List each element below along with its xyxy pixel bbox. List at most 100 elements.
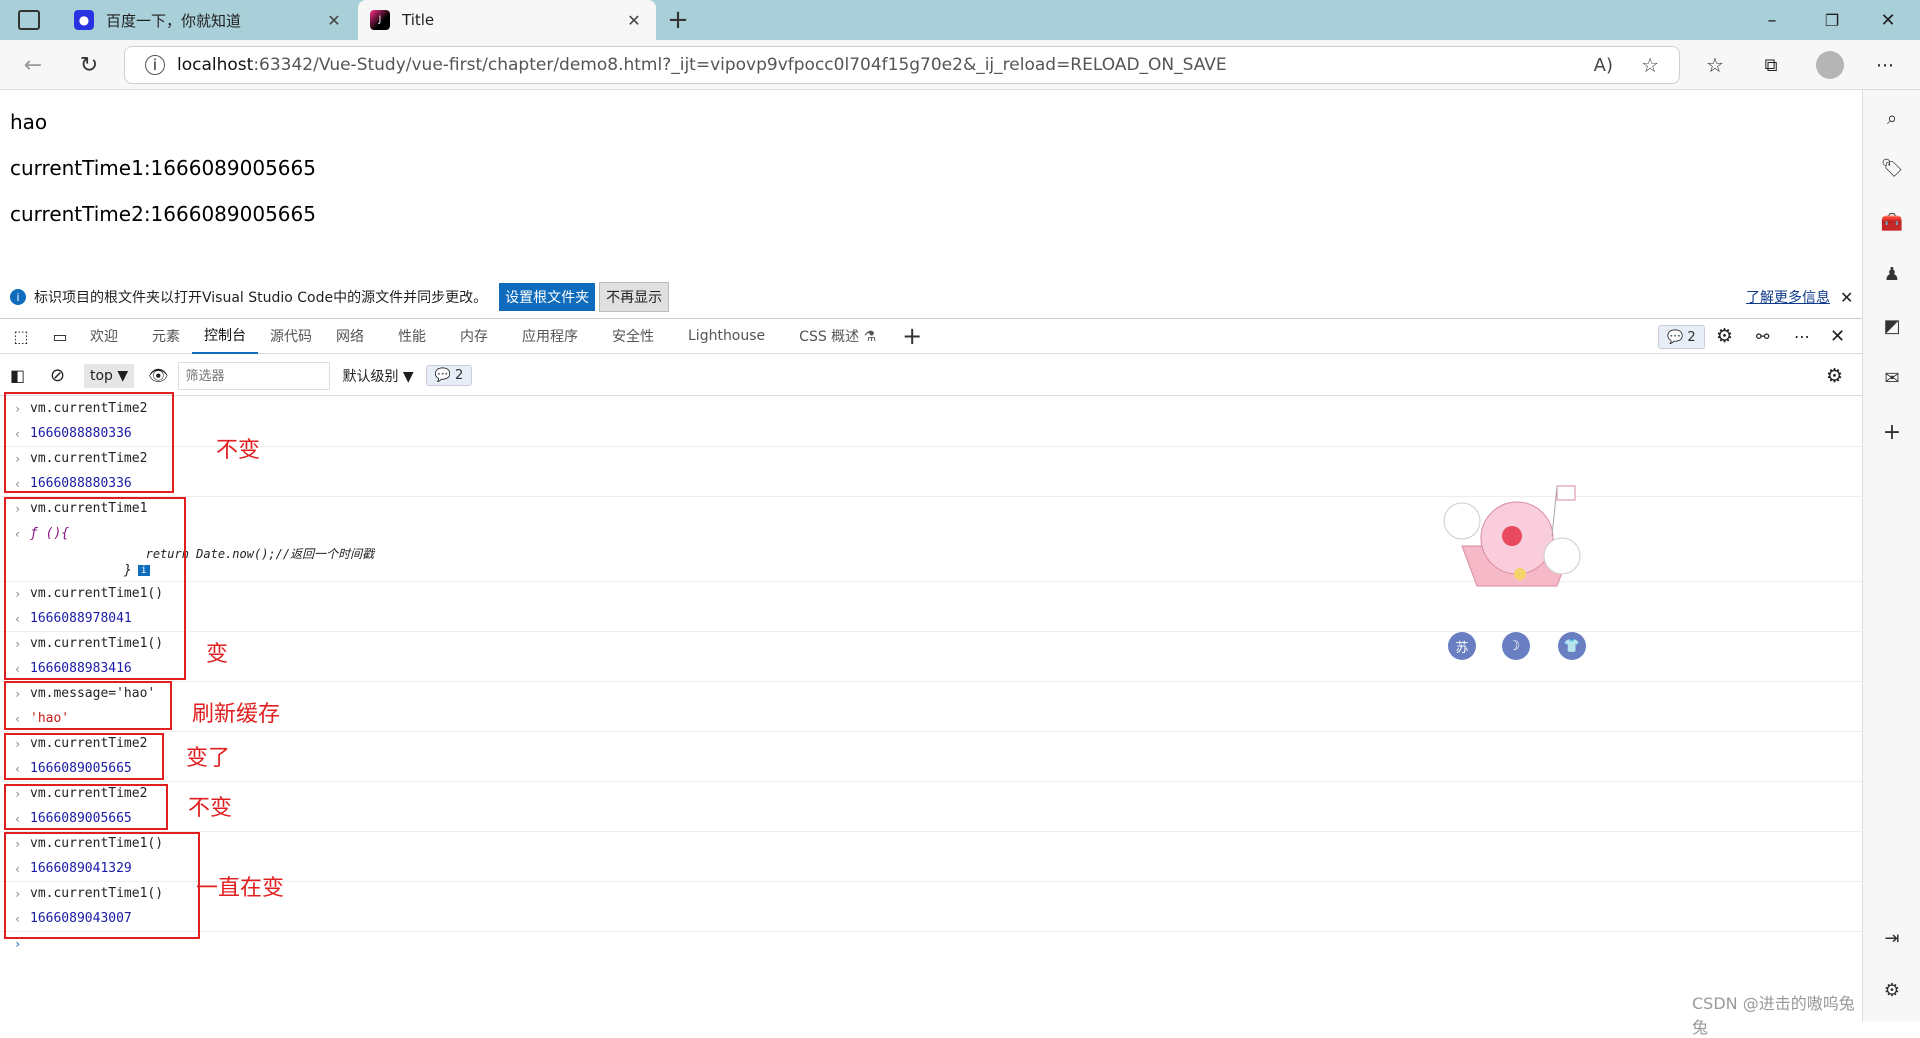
settings-icon[interactable]: ⚙ (1716, 325, 1733, 347)
games-icon[interactable]: ♟ (1880, 262, 1904, 286)
filter-input[interactable] (178, 361, 331, 390)
annotation-box (4, 392, 174, 493)
mascot-illustration (1432, 476, 1602, 606)
tab-network[interactable]: 网络 (324, 318, 376, 354)
more-options-icon[interactable]: ⋯ (1794, 327, 1810, 346)
mascot-button[interactable]: 苏 (1448, 632, 1476, 660)
close-icon[interactable]: ✕ (624, 11, 644, 30)
tab-performance[interactable]: 性能 (386, 318, 438, 354)
device-emulation-icon[interactable]: ▭ (42, 327, 78, 346)
annotation-label: 刷新缓存 (192, 702, 281, 727)
annotation-label: 变了 (186, 746, 231, 771)
annotation-label: 变 (206, 642, 229, 667)
restore-icon[interactable]: ❐ (1820, 8, 1844, 32)
console-input-row: › vm.currentTime1() (14, 836, 164, 851)
window-close-icon[interactable]: ✕ (1876, 8, 1900, 32)
tab-welcome[interactable]: 欢迎 (78, 318, 130, 354)
console-output-row: ‹ 1666088983416 (14, 661, 132, 676)
devtools-tab-bar: ⬚ ▭ 欢迎 元素 控制台 源代码 网络 性能 内存 应用程序 安全性 Ligh… (0, 318, 1862, 354)
refresh-icon[interactable]: ↻ (76, 52, 102, 78)
learn-more-link[interactable]: 了解更多信息 (1746, 287, 1830, 307)
clear-console-icon[interactable]: ⊘ (50, 365, 80, 386)
console-output-row: ‹ 1666088978041 (14, 611, 132, 626)
console-input-row: › vm.currentTime2 (14, 451, 148, 466)
tab-css-overview[interactable]: CSS 概述 ⚗ (787, 318, 888, 354)
more-icon[interactable]: ⋯ (1872, 52, 1898, 78)
log-level-select[interactable]: 默认级别 ▼ (342, 366, 413, 386)
tab-baidu[interactable]: ● 百度一下，你就知道 ✕ (62, 0, 356, 40)
context-select[interactable]: top ▼ (84, 363, 135, 388)
shirt-icon[interactable]: 👕 (1558, 632, 1586, 660)
console-output-row: ‹ 1666089005665 (14, 811, 132, 826)
annotation-label: 不变 (188, 796, 233, 821)
message-count-badge[interactable]: 💬 2 (425, 365, 473, 386)
office-icon[interactable]: ◩ (1880, 314, 1904, 338)
console-output-row: ‹ 1666089043007 (14, 911, 132, 926)
inspect-icon[interactable]: ⬚ (0, 327, 42, 346)
infobar-close-icon[interactable]: ✕ (1840, 288, 1853, 307)
customize-icon[interactable]: ⚯ (1756, 327, 1769, 346)
devtools-infobar: i 标识项目的根文件夹以打开Visual Studio Code中的源文件并同步… (0, 278, 1862, 316)
console-output: › vm.currentTime2 ‹ 1666088880336 › vm.curr… (0, 392, 1862, 1037)
message-text: hao (10, 110, 48, 134)
favorite-add-icon[interactable]: ☆ (1641, 53, 1659, 77)
sidebar-toggle-icon[interactable]: ◧ (10, 366, 40, 385)
avatar[interactable] (1816, 51, 1844, 79)
annotation-label: 不变 (216, 438, 261, 463)
tab-title-page[interactable]: J Title ✕ (358, 0, 656, 40)
live-expression-icon[interactable]: 👁 (148, 366, 168, 385)
tab-application[interactable]: 应用程序 (510, 318, 590, 354)
sidebar-settings-icon[interactable]: ⚙ (1880, 978, 1904, 1002)
annotation-box (4, 681, 172, 730)
url-field[interactable]: i localhost:63342/Vue-Study/vue-first/ch… (124, 46, 1680, 84)
address-bar-row: ← ↻ i localhost:63342/Vue-Study/vue-firs… (0, 40, 1920, 90)
set-root-folder-button[interactable]: 设置根文件夹 (499, 283, 596, 311)
infobar-text: 标识项目的根文件夹以打开Visual Studio Code中的源文件并同步更改… (34, 290, 488, 306)
search-icon[interactable]: ⌕ (1880, 106, 1904, 130)
issues-badge[interactable]: 💬 2 (1658, 325, 1705, 349)
info-icon: i (10, 289, 26, 305)
annotation-box (4, 733, 164, 780)
new-tab-icon[interactable]: + (664, 5, 692, 35)
close-devtools-icon[interactable]: ✕ (1830, 326, 1845, 347)
baidu-paw-icon: ● (74, 10, 94, 30)
toolbox-icon[interactable]: 🧰 (1880, 210, 1904, 234)
back-icon[interactable]: ← (20, 52, 46, 78)
watermark: CSDN @进击的嗷呜兔兔 (1692, 994, 1855, 1037)
tab-elements[interactable]: 元素 (140, 318, 192, 354)
annotation-box (4, 497, 186, 680)
console-toolbar: ◧ ⊘ top ▼ 👁 默认级别 ▼ 💬 2 ⚙ (0, 356, 1862, 396)
tab-actions-icon[interactable] (18, 10, 40, 30)
collections-icon[interactable]: ⧉ (1758, 52, 1784, 78)
tag-icon[interactable]: 🏷 (1880, 156, 1904, 180)
annotation-box (4, 832, 200, 939)
site-info-icon[interactable]: i (145, 55, 165, 75)
console-output-row: ‹ 1666089005665 (14, 761, 132, 776)
moon-icon[interactable]: ☽ (1502, 632, 1530, 660)
dont-show-again-button[interactable]: 不再显示 (599, 282, 670, 312)
tab-sources[interactable]: 源代码 (258, 318, 324, 354)
current-time1-text: currentTime1:1666089005665 (10, 156, 316, 180)
hide-sidebar-icon[interactable]: ⇥ (1880, 926, 1904, 950)
read-aloud-icon[interactable]: A) (1594, 55, 1613, 76)
console-settings-icon[interactable]: ⚙ (1826, 365, 1843, 387)
tab-lighthouse[interactable]: Lighthouse (676, 318, 777, 354)
add-icon[interactable]: + (1880, 420, 1904, 445)
favorites-icon[interactable]: ☆ (1702, 52, 1728, 78)
page-content: hao currentTime1:1666089005665 currentTi… (0, 90, 1862, 310)
close-icon[interactable]: ✕ (324, 11, 344, 30)
console-input-row: › vm.currentTime2 (14, 401, 148, 416)
url-text: localhost:63342/Vue-Study/vue-first/chap… (177, 55, 1227, 75)
tab-memory[interactable]: 内存 (448, 318, 500, 354)
tab-console[interactable]: 控制台 (192, 318, 258, 354)
annotation-box (4, 784, 168, 830)
console-prompt[interactable]: › (0, 931, 1862, 956)
minimize-icon[interactable]: – (1760, 8, 1784, 32)
jetbrains-icon: J (370, 10, 390, 30)
tab-security[interactable]: 安全性 (600, 318, 666, 354)
tab-title: Title (402, 11, 435, 29)
more-tabs-icon[interactable]: + (902, 322, 922, 350)
tab-title: 百度一下，你就知道 (106, 11, 242, 30)
edge-sidebar: ⌕ 🏷 🧰 ♟ ◩ ✉ + ⇥ ⚙ (1862, 90, 1920, 1021)
outlook-icon[interactable]: ✉ (1880, 366, 1904, 390)
